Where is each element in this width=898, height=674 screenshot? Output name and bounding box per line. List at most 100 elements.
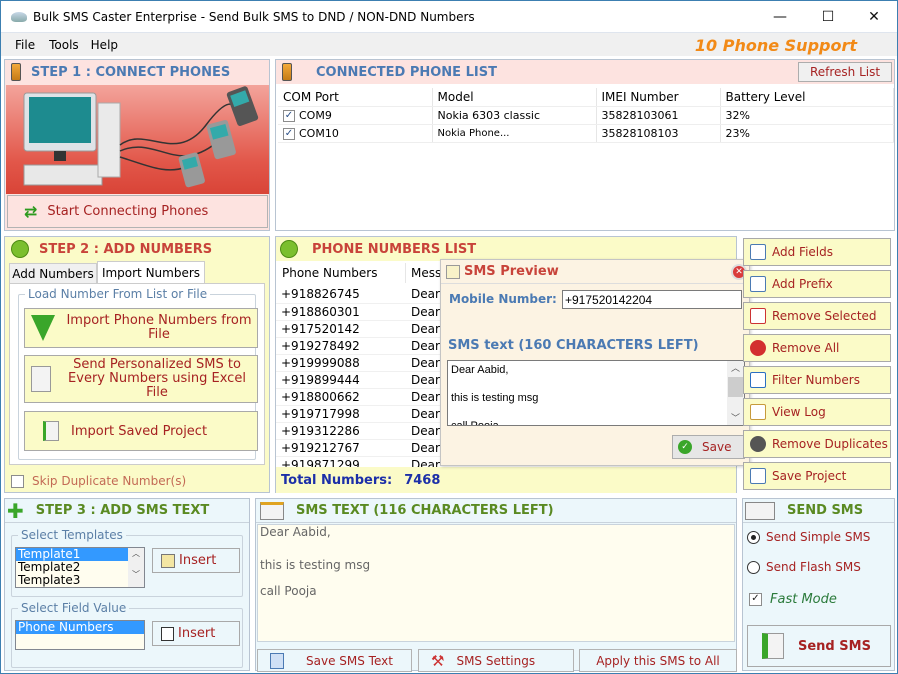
close-button[interactable]: ✕ bbox=[851, 1, 897, 32]
insert-field-button[interactable]: Insert bbox=[152, 621, 240, 646]
imei: 35828103061 bbox=[596, 106, 721, 125]
skip-duplicates-checkbox[interactable] bbox=[11, 474, 24, 488]
connected-list-header: CONNECTED PHONE LIST Refresh List bbox=[276, 60, 894, 84]
apply-sms-to-all-button[interactable]: Apply this SMS to All bbox=[579, 649, 737, 672]
tab-import-numbers[interactable]: Import Numbers bbox=[97, 261, 205, 283]
send-simple-radio[interactable] bbox=[747, 530, 760, 544]
add-prefix-icon bbox=[750, 276, 766, 292]
preview-save-button[interactable]: ✓ Save bbox=[672, 435, 745, 459]
send-personalized-button[interactable]: Send Personalized SMS to Every Numbers u… bbox=[24, 355, 258, 403]
sms-text-area[interactable]: Dear Aabid, this is testing msg call Pooja bbox=[257, 524, 735, 642]
send-sms-button[interactable]: Send SMS bbox=[747, 625, 891, 667]
column-header[interactable]: COM Port bbox=[278, 88, 433, 107]
menu-tools[interactable]: Tools bbox=[45, 38, 89, 52]
filter-numbers-button[interactable]: Filter Numbers bbox=[743, 366, 891, 394]
scroll-up-icon[interactable]: ︿ bbox=[727, 361, 744, 375]
import-saved-project-button[interactable]: Import Saved Project bbox=[24, 411, 258, 451]
com-port: COM9 bbox=[299, 109, 332, 122]
view-log-button[interactable]: View Log bbox=[743, 398, 891, 426]
column-header[interactable]: Battery Level bbox=[720, 88, 894, 107]
insert-template-button[interactable]: Insert bbox=[152, 548, 240, 573]
step3-panel: ✚ STEP 3 : ADD SMS TEXT Select Templates… bbox=[4, 498, 250, 671]
maximize-button[interactable]: ☐ bbox=[805, 1, 851, 32]
save-sms-text-button[interactable]: Save SMS Text bbox=[257, 649, 412, 672]
fast-mode-checkbox[interactable]: ✓ bbox=[749, 593, 762, 606]
send-flash-label: Send Flash SMS bbox=[766, 560, 861, 574]
imei: 35828108103 bbox=[596, 124, 721, 143]
table-header-row: COM Port Model IMEI Number Battery Level bbox=[278, 88, 894, 107]
table-row[interactable]: ✓ COM9 Nokia 6303 classic 35828103061 32% bbox=[278, 106, 894, 125]
sms-text-title: SMS TEXT (116 CHARACTERS LEFT) bbox=[296, 503, 554, 518]
menu-file[interactable]: File bbox=[1, 38, 45, 52]
import-project-icon bbox=[43, 421, 59, 441]
sms-text-label: SMS text (160 CHARACTERS LEFT) bbox=[448, 338, 699, 353]
preview-text-line: call Pooja bbox=[451, 420, 499, 426]
sms-text-line: call Pooja bbox=[260, 584, 317, 598]
templates-listbox[interactable]: Template1 Template2 Template3 ︿ ﹀ bbox=[15, 547, 145, 588]
column-header[interactable]: IMEI Number bbox=[596, 88, 721, 107]
minimize-button[interactable]: — bbox=[757, 1, 803, 32]
tab-add-numbers[interactable]: Add Numbers bbox=[9, 263, 97, 283]
column-header[interactable]: Phone Numbers bbox=[276, 263, 406, 283]
scroll-thumb[interactable] bbox=[728, 377, 743, 397]
remove-all-button[interactable]: Remove All bbox=[743, 334, 891, 362]
remove-duplicates-button[interactable]: Remove Duplicates bbox=[743, 430, 891, 458]
preview-text-line bbox=[451, 405, 725, 419]
connected-phones-table: COM Port Model IMEI Number Battery Level… bbox=[278, 88, 894, 143]
column-header[interactable]: Model bbox=[432, 88, 597, 107]
fast-mode-option[interactable]: ✓ Fast Mode bbox=[749, 592, 837, 607]
sms-text-line: Dear Aabid, bbox=[260, 525, 331, 539]
computer-phones-illustration bbox=[23, 86, 259, 188]
step3-title: STEP 3 : ADD SMS TEXT bbox=[35, 503, 210, 518]
start-connecting-button[interactable]: ⇄ Start Connecting Phones bbox=[7, 195, 268, 228]
battery: 32% bbox=[720, 106, 894, 125]
save-project-icon bbox=[750, 468, 766, 484]
skip-duplicates-option[interactable]: Skip Duplicate Number(s) bbox=[11, 474, 186, 488]
sms-text-panel: SMS TEXT (116 CHARACTERS LEFT) Dear Aabi… bbox=[255, 498, 737, 672]
filter-icon bbox=[750, 372, 766, 388]
connected-phone-panel: CONNECTED PHONE LIST Refresh List COM Po… bbox=[275, 59, 895, 231]
sms-text-line: this is testing msg bbox=[260, 558, 371, 572]
mobile-number-input[interactable] bbox=[562, 290, 742, 309]
phone-checkbox[interactable]: ✓ bbox=[283, 110, 295, 122]
add-text-icon: ✚ bbox=[7, 498, 24, 523]
template-option[interactable]: Template3 bbox=[16, 574, 144, 587]
send-simple-option[interactable]: Send Simple SMS bbox=[747, 530, 870, 544]
preview-text-line: Dear Aabid, bbox=[451, 364, 509, 376]
sms-settings-button[interactable]: ⚒ SMS Settings bbox=[418, 649, 574, 672]
table-row[interactable]: ✓ COM10 Nokia Phone... 35828108103 23% bbox=[278, 124, 894, 143]
phone-number-cell: +919717998 bbox=[276, 405, 406, 423]
import-phone-numbers-button[interactable]: Import Phone Numbers from File bbox=[24, 308, 258, 348]
edit-note-icon bbox=[161, 553, 175, 568]
add-fields-button[interactable]: Add Fields bbox=[743, 238, 891, 266]
field-option[interactable]: Phone Numbers bbox=[16, 621, 144, 634]
send-flash-option[interactable]: Send Flash SMS bbox=[747, 560, 861, 574]
send-document-icon bbox=[762, 633, 784, 659]
battery: 23% bbox=[720, 124, 894, 143]
usb-icon: ⇄ bbox=[24, 202, 38, 221]
title-bar: Bulk SMS Caster Enterprise - Send Bulk S… bbox=[1, 1, 897, 32]
refresh-list-button[interactable]: Refresh List bbox=[798, 62, 892, 82]
import-phone-numbers-label: Import Phone Numbers from File bbox=[66, 313, 252, 342]
connected-list-title: CONNECTED PHONE LIST bbox=[316, 64, 497, 80]
side-action-label: Remove Duplicates bbox=[772, 437, 888, 451]
phone-checkbox[interactable]: ✓ bbox=[283, 128, 295, 140]
scroll-down-icon[interactable]: ﹀ bbox=[727, 411, 744, 425]
side-action-label: Remove All bbox=[772, 341, 840, 355]
menu-help[interactable]: Help bbox=[89, 38, 128, 52]
phone-number-cell: +919212767 bbox=[276, 439, 406, 457]
remove-selected-button[interactable]: Remove Selected bbox=[743, 302, 891, 330]
phone-number-cell: +919312286 bbox=[276, 422, 406, 440]
preview-scrollbar[interactable]: ︿ ﹀ bbox=[727, 361, 744, 425]
save-project-button[interactable]: Save Project bbox=[743, 462, 891, 490]
side-action-label: Filter Numbers bbox=[772, 373, 860, 387]
add-prefix-button[interactable]: Add Prefix bbox=[743, 270, 891, 298]
send-sms-header: SEND SMS bbox=[743, 499, 894, 523]
insert-field-icon bbox=[161, 626, 174, 641]
numbers-list-title: PHONE NUMBERS LIST bbox=[312, 241, 477, 257]
field-value-listbox[interactable]: Phone Numbers bbox=[15, 620, 145, 650]
preview-text-line bbox=[451, 377, 725, 391]
templates-scrollbar[interactable]: ︿ ﹀ bbox=[128, 548, 144, 587]
send-flash-radio[interactable] bbox=[747, 560, 760, 574]
sms-preview-textarea[interactable]: Dear Aabid, this is testing msg call Pooja… bbox=[447, 360, 745, 426]
